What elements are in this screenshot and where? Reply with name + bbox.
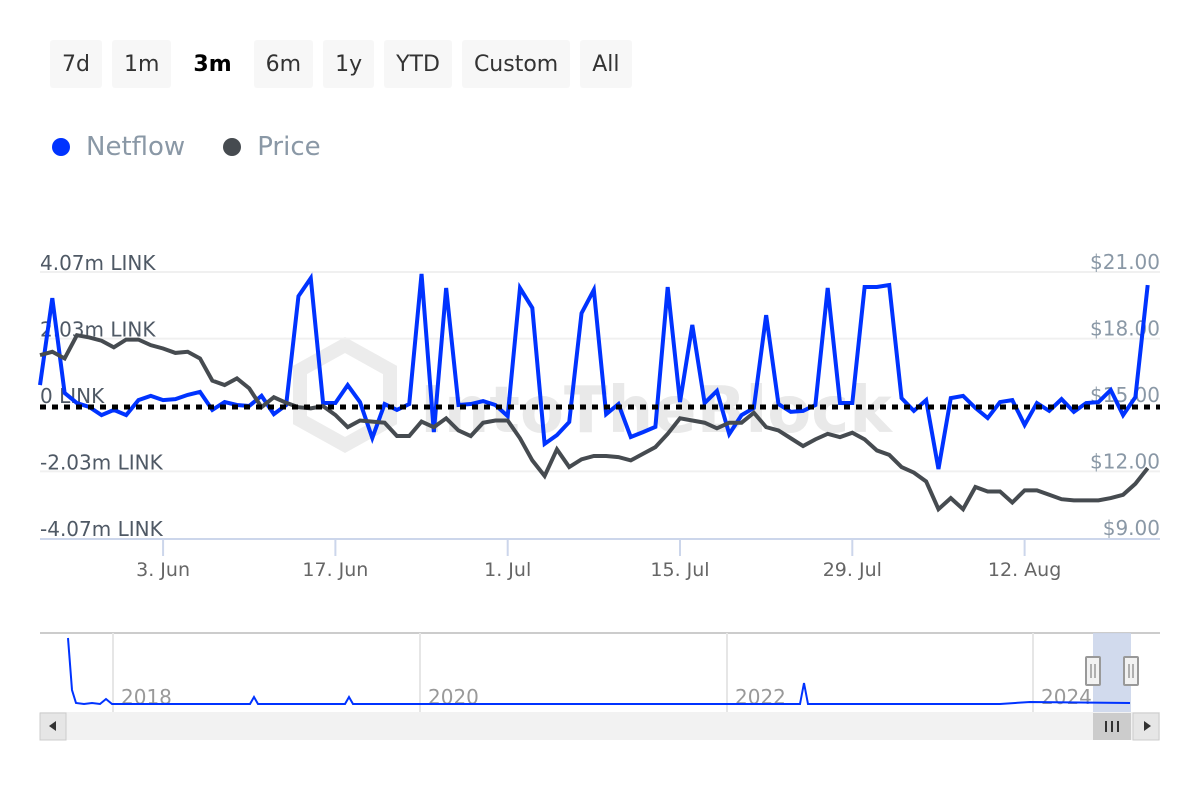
navigator-year-label: 2022 bbox=[735, 685, 786, 709]
y-right-tick-label: $18.00 bbox=[1090, 317, 1160, 341]
y-left-tick-label: 4.07m LINK bbox=[40, 251, 156, 275]
x-tick-label: 29. Jul bbox=[823, 559, 882, 581]
navigator-year-label: 2024 bbox=[1041, 685, 1092, 709]
navigator-series-line bbox=[67, 637, 1131, 706]
y-right-tick-label: $21.00 bbox=[1090, 250, 1160, 274]
y-right-tick-label: $12.00 bbox=[1090, 450, 1160, 474]
y-left-tick-label: -4.07m LINK bbox=[40, 517, 164, 541]
scroll-right-button[interactable] bbox=[1132, 712, 1160, 741]
y-left-tick-label: 0 LINK bbox=[40, 384, 105, 408]
navigator-year-label: 2020 bbox=[428, 685, 479, 709]
scroll-left-button[interactable] bbox=[39, 712, 67, 741]
x-tick-label: 12. Aug bbox=[988, 559, 1061, 581]
y-right-tick-label: $15.00 bbox=[1090, 383, 1160, 407]
x-tick-label: 1. Jul bbox=[484, 559, 531, 581]
navigator-year-label: 2018 bbox=[121, 685, 172, 709]
x-tick-label: 15. Jul bbox=[650, 559, 709, 581]
x-tick-label: 3. Jun bbox=[136, 559, 190, 581]
scrollbar-track[interactable] bbox=[40, 712, 1160, 740]
chart-svg: IntoTheBlock 3. Jun 17. Jun 1. Jul 15. Jul 2… bbox=[38, 250, 1160, 741]
y-left-tick-label: -2.03m LINK bbox=[40, 450, 164, 474]
x-tick-label: 17. Jun bbox=[302, 559, 368, 581]
scrollbar-thumb[interactable] bbox=[1093, 713, 1131, 740]
y-right-tick-label: $9.00 bbox=[1103, 516, 1160, 540]
navigator-left-handle[interactable] bbox=[1085, 656, 1101, 686]
navigator-right-handle[interactable] bbox=[1123, 656, 1139, 686]
